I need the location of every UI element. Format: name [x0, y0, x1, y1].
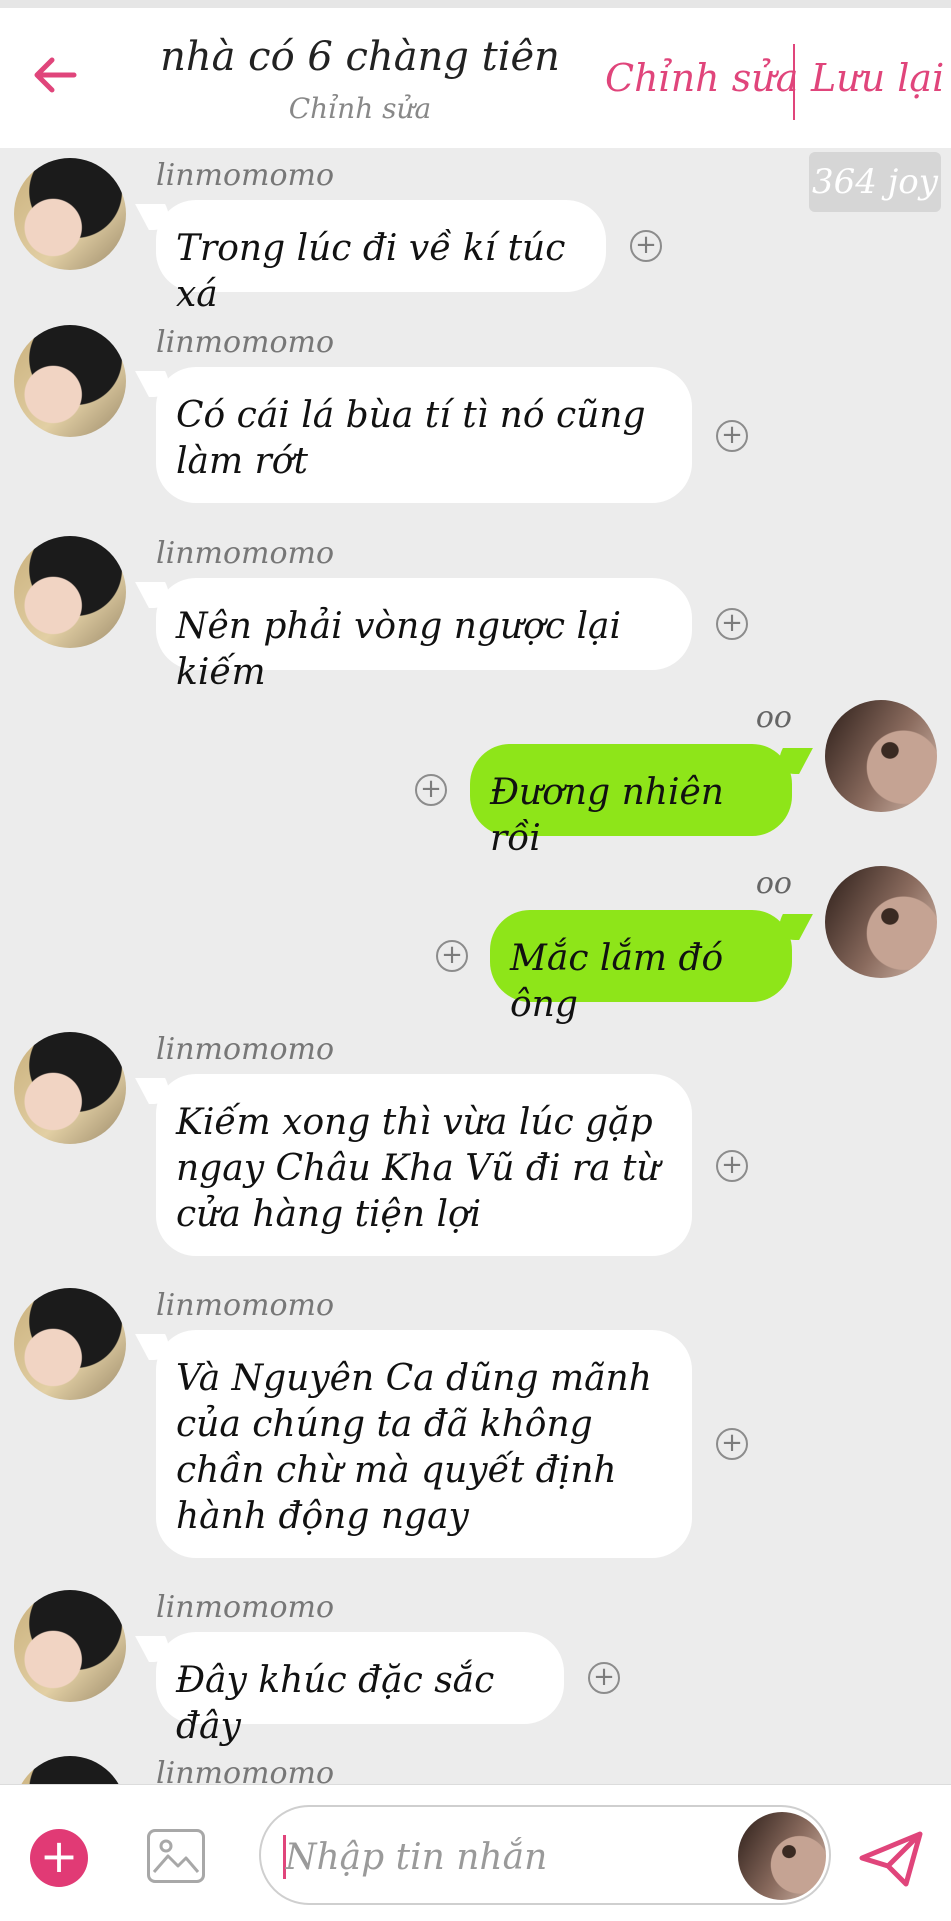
add-reaction-icon[interactable]: + — [716, 1428, 748, 1460]
avatar[interactable] — [14, 1288, 126, 1400]
joy-badge: 364 joy — [809, 152, 941, 212]
sender-avatar-selector[interactable] — [738, 1812, 826, 1900]
add-reaction-icon[interactable]: + — [716, 420, 748, 452]
message-input[interactable] — [283, 1829, 707, 1885]
avatar[interactable] — [14, 158, 126, 270]
send-icon[interactable] — [858, 1830, 924, 1888]
message-bubble[interactable]: Nên phải vòng ngược lại kiếm — [156, 578, 692, 693]
message-bubble[interactable]: Đương nhiên rồi — [470, 744, 792, 859]
sender-name: linmomomo — [156, 158, 335, 193]
sender-name: oo — [755, 866, 792, 901]
avatar[interactable] — [14, 1590, 126, 1702]
sender-name: oo — [755, 700, 792, 735]
message-bubble[interactable]: Kiếm xong thì vừa lúc gặp ngay Châu Kha … — [156, 1074, 692, 1256]
message-bubble[interactable]: Đây khúc đặc sắc đây — [156, 1632, 564, 1747]
avatar[interactable] — [825, 866, 937, 978]
message-bubble[interactable]: Và Nguyên Ca dũng mãnh của chúng ta đã k… — [156, 1330, 692, 1558]
add-button[interactable]: + — [30, 1829, 88, 1887]
chat-subtitle: Chỉnh sửa — [288, 92, 432, 125]
message-bubble[interactable]: Trong lúc đi về kí túc xá — [156, 200, 606, 315]
message-row: linmomomo — [0, 1756, 951, 1784]
edit-button[interactable]: Chỉnh sửa — [605, 56, 798, 100]
add-reaction-icon[interactable]: + — [716, 1150, 748, 1182]
back-arrow-icon[interactable] — [30, 50, 80, 100]
message-bubble[interactable]: Có cái lá bùa tí tì nó cũng làm rớt — [156, 367, 692, 503]
add-reaction-icon[interactable]: + — [716, 608, 748, 640]
image-icon[interactable] — [147, 1829, 205, 1883]
avatar[interactable] — [825, 700, 937, 812]
chat-header: nhà có 6 chàng tiên Chỉnh sửa Chỉnh sửa … — [0, 8, 951, 148]
save-button[interactable]: Lưu lại — [811, 56, 944, 100]
sender-name: linmomomo — [156, 1288, 335, 1323]
avatar[interactable] — [14, 536, 126, 648]
chat-title: nhà có 6 chàng tiên — [160, 34, 560, 80]
avatar[interactable] — [14, 1756, 126, 1784]
sender-name: linmomomo — [156, 536, 335, 571]
add-reaction-icon[interactable]: + — [415, 774, 447, 806]
status-strip — [0, 0, 951, 8]
sender-name: linmomomo — [156, 325, 335, 360]
add-reaction-icon[interactable]: + — [588, 1662, 620, 1694]
header-divider — [793, 44, 795, 120]
add-reaction-icon[interactable]: + — [436, 940, 468, 972]
sender-name: linmomomo — [156, 1032, 335, 1067]
sender-name: linmomomo — [156, 1590, 335, 1625]
avatar[interactable] — [14, 1032, 126, 1144]
avatar[interactable] — [14, 325, 126, 437]
message-bubble[interactable]: Mắc lắm đó ông — [490, 910, 792, 1025]
add-reaction-icon[interactable]: + — [630, 230, 662, 262]
sender-name: linmomomo — [156, 1756, 335, 1784]
